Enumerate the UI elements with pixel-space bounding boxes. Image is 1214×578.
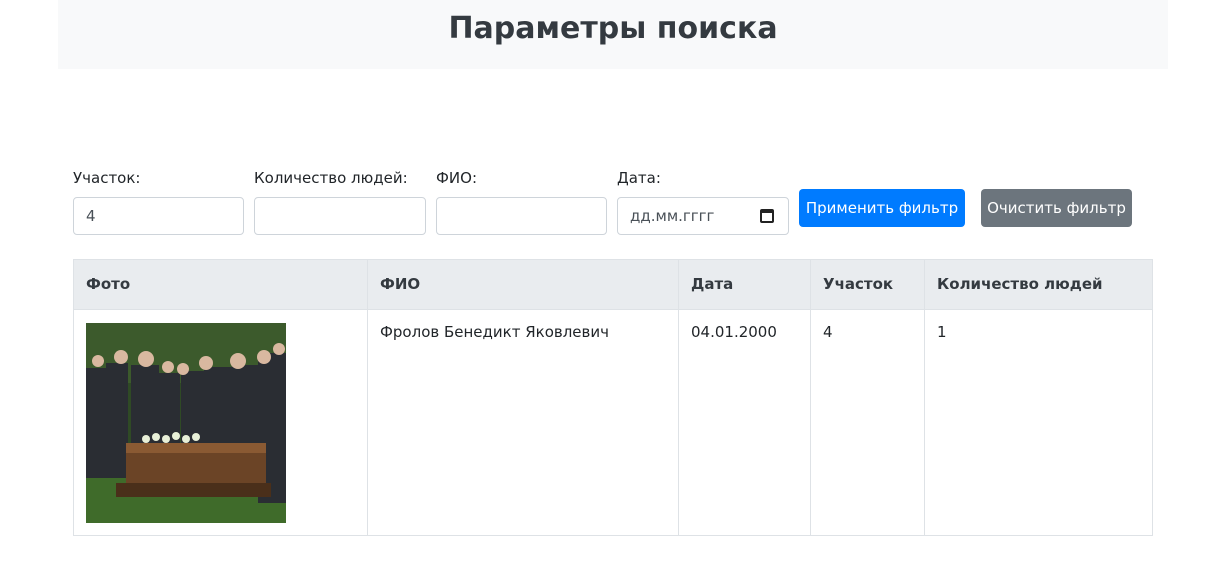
filter-form: Участок: 4 Количество людей: ФИО: Дата: … bbox=[73, 168, 1153, 238]
page-header: Параметры поиска bbox=[58, 0, 1168, 69]
table-header-row: Фото ФИО Дата Участок Количество людей bbox=[73, 259, 1153, 310]
name-input[interactable] bbox=[436, 197, 607, 235]
people-count-field: Количество людей: bbox=[254, 168, 426, 235]
date-field: Дата: дд.мм.гггг bbox=[617, 168, 789, 235]
results-table: Фото ФИО Дата Участок Количество людей Ф… bbox=[73, 259, 1153, 536]
people-count-cell: 1 bbox=[924, 309, 1153, 536]
calendar-icon[interactable] bbox=[760, 209, 774, 223]
page-title: Параметры поиска bbox=[448, 11, 778, 46]
apply-filter-button[interactable]: Применить фильтр bbox=[799, 189, 965, 227]
plot-cell: 4 bbox=[810, 309, 925, 536]
funeral-photo bbox=[86, 323, 286, 523]
date-placeholder: дд.мм.гггг bbox=[630, 207, 715, 225]
column-header-photo: Фото bbox=[73, 259, 368, 310]
date-cell: 04.01.2000 bbox=[678, 309, 811, 536]
plot-label: Участок: bbox=[73, 169, 141, 187]
date-label: Дата: bbox=[617, 169, 661, 187]
people-count-label: Количество людей: bbox=[254, 169, 408, 187]
column-header-people-count: Количество людей bbox=[924, 259, 1153, 310]
photo-cell bbox=[73, 309, 368, 536]
name-label: ФИО: bbox=[436, 169, 477, 187]
column-header-date: Дата bbox=[678, 259, 811, 310]
date-input[interactable]: дд.мм.гггг bbox=[617, 197, 789, 235]
people-count-input[interactable] bbox=[254, 197, 426, 235]
clear-filter-button[interactable]: Очистить фильтр bbox=[981, 189, 1132, 227]
plot-input[interactable]: 4 bbox=[73, 197, 244, 235]
table-row: Фролов Бенедикт Яковлевич 04.01.2000 4 1 bbox=[73, 309, 1153, 536]
column-header-name: ФИО bbox=[367, 259, 679, 310]
name-cell: Фролов Бенедикт Яковлевич bbox=[367, 309, 679, 536]
name-field: ФИО: bbox=[436, 168, 607, 235]
plot-field: Участок: 4 bbox=[73, 168, 244, 235]
column-header-plot: Участок bbox=[810, 259, 925, 310]
